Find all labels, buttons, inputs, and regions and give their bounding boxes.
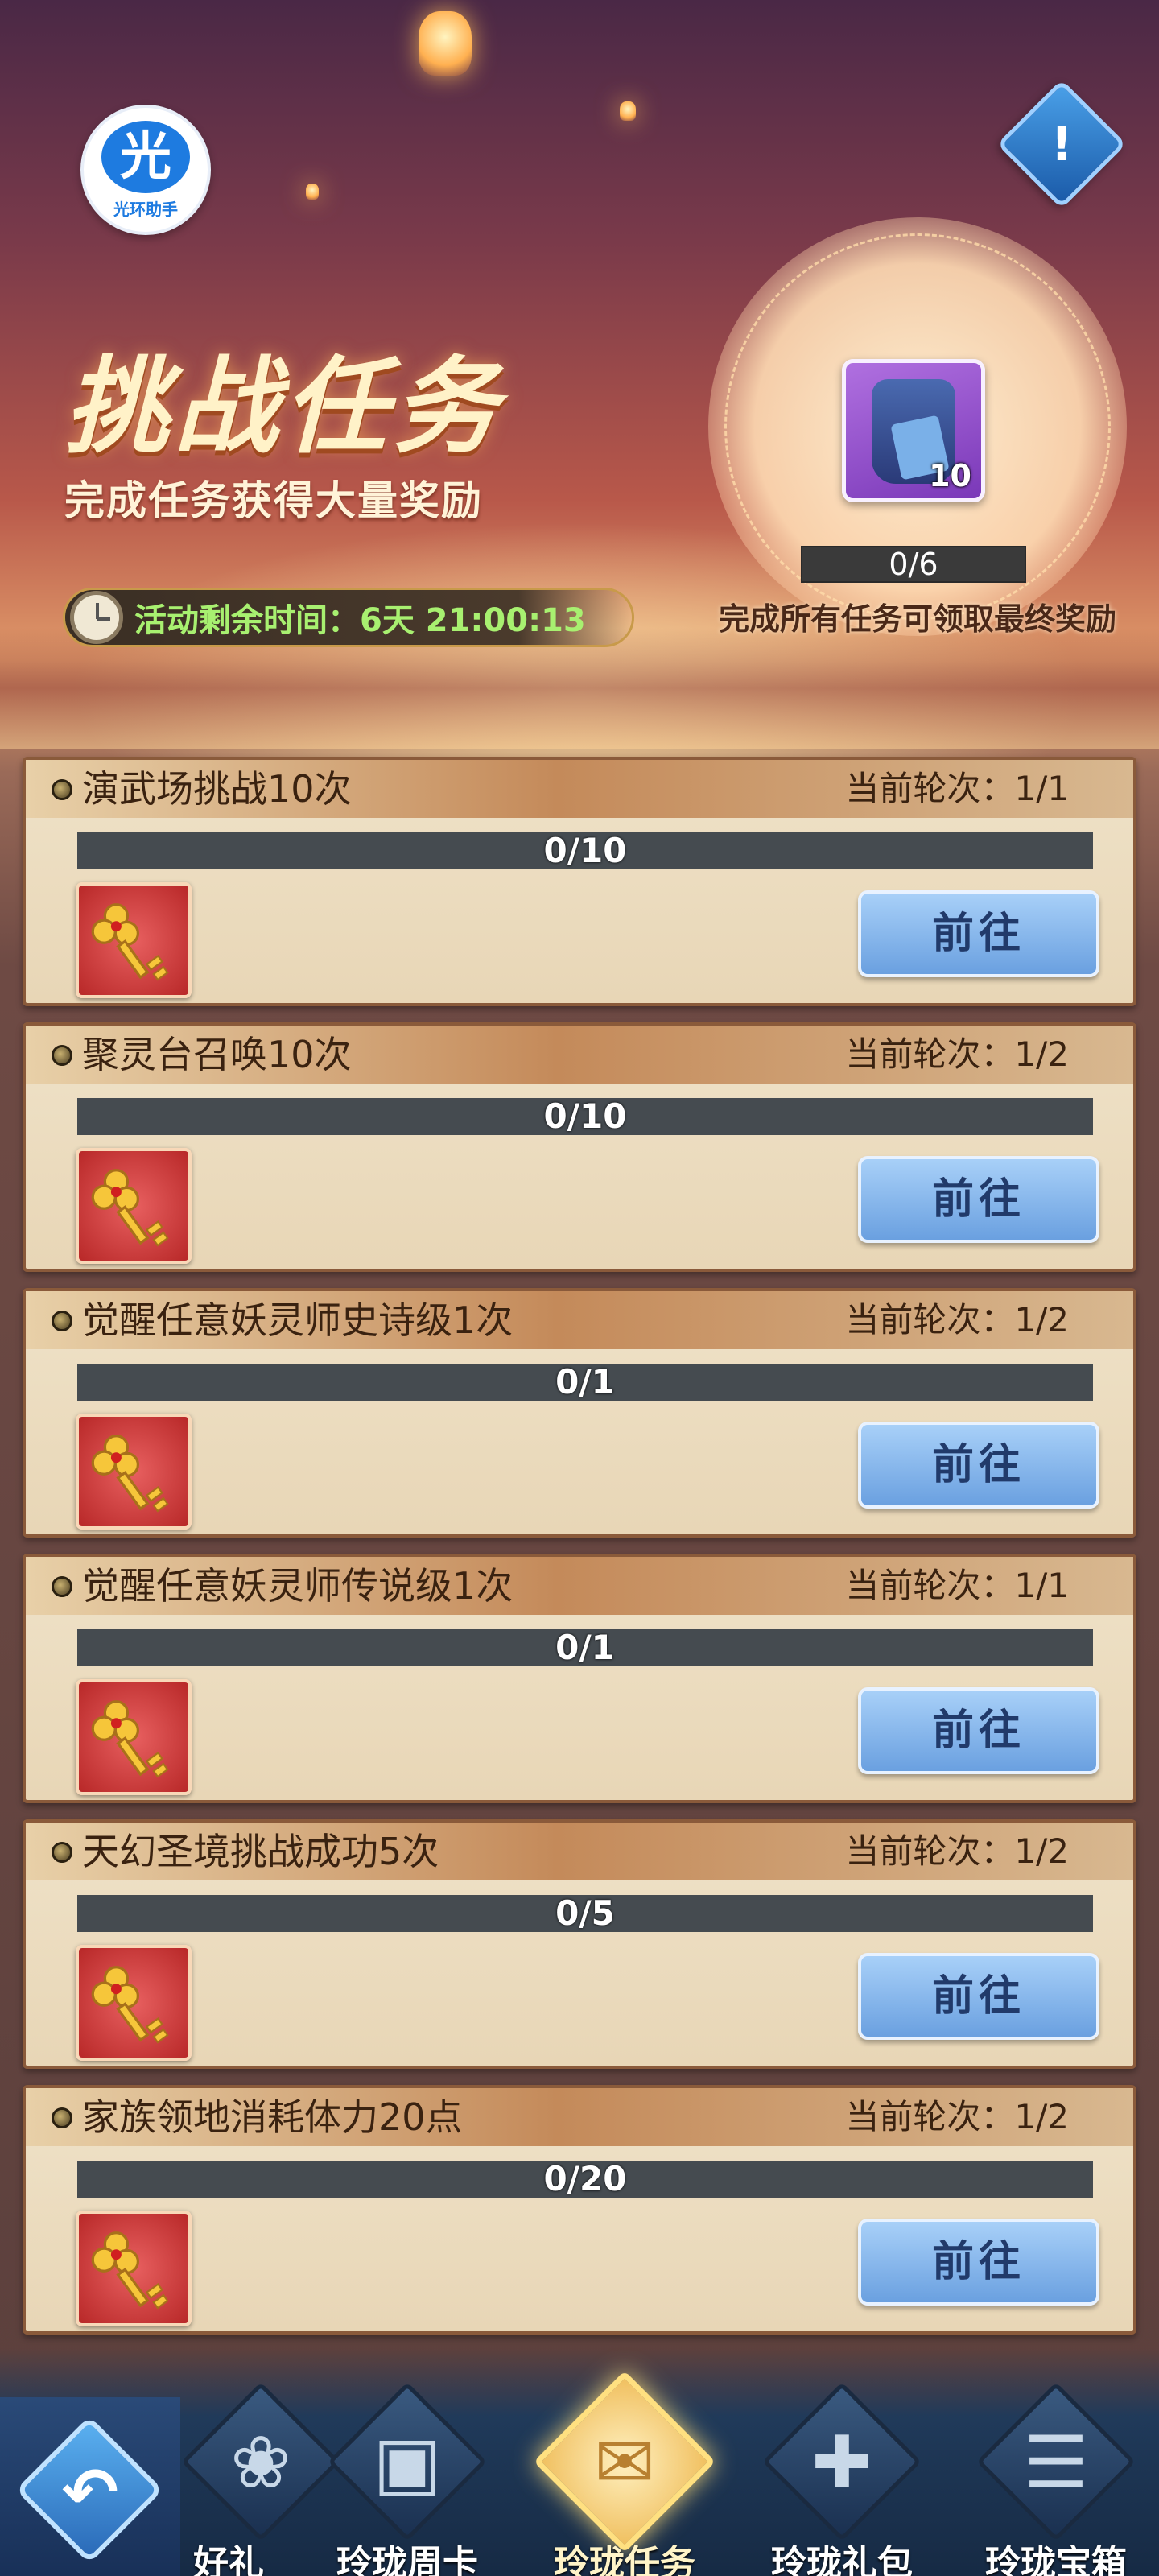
- final-progress-bar: 0/6: [801, 546, 1026, 583]
- golden-key-icon: [91, 1700, 169, 1778]
- task-round: 当前轮次：1/2: [845, 2097, 1069, 2136]
- lantern-decoration: [620, 101, 636, 121]
- task-progress-label: 0/20: [543, 2159, 627, 2198]
- scroll-icon: ✉: [594, 2421, 655, 2505]
- tab-treasure-chest[interactable]: ☰ 玲珑宝箱: [953, 2373, 1154, 2576]
- task-card: 天幻圣境挑战成功5次 当前轮次：1/2 0/5 前往: [23, 1819, 1136, 2069]
- task-round: 当前轮次：1/1: [845, 769, 1069, 808]
- task-progress-label: 0/10: [543, 1096, 627, 1136]
- task-reward-item[interactable]: [76, 1148, 192, 1264]
- go-button[interactable]: 前往: [858, 2219, 1099, 2306]
- task-list: 演武场挑战10次 当前轮次：1/1 0/10 前往 聚灵台召唤10次 当前轮次：…: [23, 757, 1136, 2351]
- bottom-nav: ↶ ❀ 好礼 ▣ 玲珑周卡 ✉ 玲珑任务 ✚ 玲珑礼包 ☰ 玲珑宝箱: [0, 2349, 1159, 2576]
- app-logo[interactable]: 光 光环助手: [80, 105, 211, 235]
- tab-tasks[interactable]: ✉ 玲珑任务: [522, 2370, 723, 2576]
- tab-label: 玲珑宝箱: [985, 2543, 1127, 2576]
- tab-label: 玲珑任务: [554, 2543, 695, 2576]
- timer-text: 活动剩余时间：6天 21:00:13: [134, 602, 586, 639]
- task-progress-label: 0/1: [555, 1362, 615, 1402]
- info-icon: !: [1050, 117, 1073, 171]
- tab-label: 好礼: [193, 2543, 264, 2576]
- go-button[interactable]: 前往: [858, 890, 1099, 977]
- reward-count: 10: [929, 458, 971, 493]
- task-round: 当前轮次：1/2: [845, 1831, 1069, 1871]
- task-progress-label: 0/1: [555, 1628, 615, 1667]
- task-progress-bar: 0/10: [77, 832, 1093, 869]
- task-card: 觉醒任意妖灵师传说级1次 当前轮次：1/1 0/1 前往: [23, 1554, 1136, 1803]
- task-progress-bar: 0/1: [77, 1364, 1093, 1401]
- cards-icon: ▣: [373, 2421, 442, 2505]
- back-arrow-icon: ↶: [61, 2453, 119, 2532]
- bullet-icon: [52, 779, 72, 800]
- tab-weekly-card[interactable]: ▣ 玲珑周卡: [304, 2373, 505, 2576]
- clock-icon: [70, 591, 123, 644]
- task-card: 演武场挑战10次 当前轮次：1/1 0/10 前往: [23, 757, 1136, 1006]
- bullet-icon: [52, 2107, 72, 2128]
- task-card: 家族领地消耗体力20点 当前轮次：1/2 0/20 前往: [23, 2085, 1136, 2334]
- task-reward-item[interactable]: [76, 1679, 192, 1795]
- tab-label: 玲珑礼包: [771, 2543, 913, 2576]
- lantern-decoration: [419, 11, 472, 76]
- task-name: 天幻圣境挑战成功5次: [82, 1830, 439, 1873]
- bullet-icon: [52, 1842, 72, 1863]
- go-button[interactable]: 前往: [858, 1687, 1099, 1774]
- task-name: 聚灵台召唤10次: [82, 1033, 352, 1076]
- final-reward-hint: 完成所有任务可领取最终奖励: [718, 601, 1116, 637]
- task-progress-bar: 0/10: [77, 1098, 1093, 1135]
- task-name: 觉醒任意妖灵师传说级1次: [82, 1564, 514, 1608]
- task-progress-bar: 0/5: [77, 1895, 1093, 1932]
- task-card: 聚灵台召唤10次 当前轮次：1/2 0/10 前往: [23, 1022, 1136, 1272]
- final-reward-item[interactable]: 10: [842, 359, 985, 502]
- page-title: 挑战任务: [64, 345, 503, 468]
- task-reward-item[interactable]: [76, 882, 192, 998]
- golden-key-icon: [91, 2231, 169, 2310]
- tab-gift-pack[interactable]: ✚ 玲珑礼包: [739, 2373, 940, 2576]
- go-button[interactable]: 前往: [858, 1422, 1099, 1509]
- task-reward-item[interactable]: [76, 1945, 192, 2061]
- task-progress-bar: 0/20: [77, 2161, 1093, 2198]
- task-progress-label: 0/10: [543, 831, 627, 870]
- task-round: 当前轮次：1/2: [845, 1034, 1069, 1074]
- task-name: 家族领地消耗体力20点: [82, 2095, 463, 2139]
- logo-text: 光环助手: [113, 199, 178, 219]
- event-timer: 活动剩余时间：6天 21:00:13: [63, 588, 634, 647]
- bullet-icon: [52, 1045, 72, 1066]
- task-round: 当前轮次：1/1: [845, 1566, 1069, 1605]
- bullet-icon: [52, 1576, 72, 1597]
- task-reward-item[interactable]: [76, 2211, 192, 2326]
- task-round: 当前轮次：1/2: [845, 1300, 1069, 1340]
- page-subtitle: 完成任务获得大量奖励: [64, 477, 483, 524]
- task-progress-bar: 0/1: [77, 1629, 1093, 1666]
- logo-mark: 光: [101, 120, 190, 193]
- bullet-icon: [52, 1311, 72, 1331]
- treasure-chest-icon: ☰: [1023, 2421, 1089, 2505]
- gift-box-icon: ✚: [811, 2421, 872, 2505]
- task-name: 觉醒任意妖灵师史诗级1次: [82, 1298, 514, 1342]
- lantern-decoration: [306, 184, 319, 200]
- task-card: 觉醒任意妖灵师史诗级1次 当前轮次：1/2 0/1 前往: [23, 1288, 1136, 1538]
- go-button[interactable]: 前往: [858, 1953, 1099, 2040]
- golden-key-icon: [91, 1169, 169, 1247]
- task-name: 演武场挑战10次: [82, 767, 352, 811]
- task-reward-item[interactable]: [76, 1414, 192, 1530]
- golden-key-icon: [91, 1966, 169, 2044]
- task-progress-label: 0/5: [555, 1893, 615, 1933]
- golden-key-icon: [91, 1435, 169, 1513]
- golden-key-icon: [91, 903, 169, 981]
- go-button[interactable]: 前往: [858, 1156, 1099, 1243]
- tab-label: 玲珑周卡: [336, 2543, 478, 2576]
